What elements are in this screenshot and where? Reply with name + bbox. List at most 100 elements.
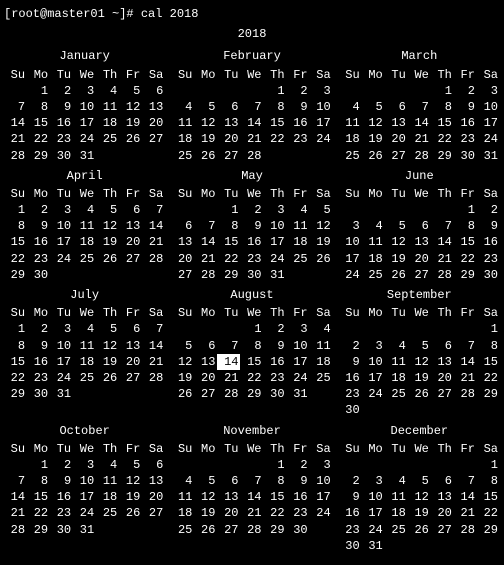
day-cell: 3 [287,321,310,337]
day-cell: 13 [217,115,240,131]
day-cell: 30 [339,402,362,418]
day-cell: 31 [477,148,500,164]
day-cell: 11 [362,234,385,250]
day-header: Sa [477,441,500,457]
empty-cell [477,538,500,554]
day-cell: 14 [454,354,477,370]
month-name: June [339,168,500,184]
week-row: 123456 [4,83,165,99]
day-header: Su [4,67,27,83]
day-header: Fr [454,186,477,202]
day-cell: 28 [194,267,217,283]
week-row: 252627282930 [171,522,332,538]
week-row: 11121314151617 [339,115,500,131]
empty-cell [408,457,431,473]
day-cell: 31 [264,267,287,283]
day-cell: 5 [310,202,333,218]
week-row: 24252627282930 [339,267,500,283]
empty-cell [50,267,73,283]
week-row: 11121314151617 [171,489,332,505]
empty-cell [431,457,454,473]
day-cell: 27 [171,267,194,283]
day-cell: 7 [142,202,165,218]
day-cell: 25 [362,267,385,283]
empty-cell [171,321,194,337]
day-cell: 9 [454,99,477,115]
day-cell: 31 [287,386,310,402]
day-cell: 23 [339,386,362,402]
day-cell: 18 [171,131,194,147]
day-cell: 19 [194,505,217,521]
day-cell: 29 [4,386,27,402]
day-cell: 16 [50,489,73,505]
day-cell: 20 [171,251,194,267]
day-header: Fr [119,67,142,83]
day-header: Sa [142,186,165,202]
day-header: We [73,305,96,321]
day-cell: 18 [96,115,119,131]
day-cell: 26 [171,386,194,402]
day-cell: 24 [73,131,96,147]
week-row: 15161718192021 [4,234,165,250]
day-cell: 12 [96,338,119,354]
day-cell: 12 [194,489,217,505]
empty-cell [385,321,408,337]
day-cell: 28 [454,386,477,402]
day-cell: 1 [27,457,50,473]
empty-cell [310,148,333,164]
empty-cell [362,83,385,99]
week-row: 21222324252627 [4,505,165,521]
day-header: Mo [362,441,385,457]
week-row: 78910111213 [4,473,165,489]
day-header: Th [431,67,454,83]
day-cell: 10 [339,234,362,250]
day-cell: 11 [310,338,333,354]
day-cell: 23 [50,505,73,521]
day-cell: 22 [240,370,263,386]
day-cell: 22 [217,251,240,267]
week-row: 1234567 [4,321,165,337]
month-table: SuMoTuWeThFrSa12345678910111213141516171… [4,305,165,402]
day-cell: 3 [264,202,287,218]
day-cell: 6 [119,321,142,337]
empty-cell [362,402,385,418]
day-cell: 24 [339,267,362,283]
day-cell: 10 [50,218,73,234]
day-cell: 16 [50,115,73,131]
day-cell: 11 [73,338,96,354]
day-cell: 15 [240,354,263,370]
month-table: SuMoTuWeThFrSa 1234567891011121314151617… [339,67,500,164]
day-cell: 5 [194,99,217,115]
day-header: Th [96,186,119,202]
day-cell: 15 [431,115,454,131]
week-row: 18192021222324 [339,131,500,147]
day-cell: 28 [142,251,165,267]
day-cell: 24 [362,386,385,402]
empty-cell [96,522,119,538]
day-cell: 13 [431,489,454,505]
day-cell: 6 [171,218,194,234]
day-cell: 2 [454,83,477,99]
day-cell: 1 [240,321,263,337]
day-header: We [73,441,96,457]
day-cell: 20 [431,370,454,386]
day-cell: 8 [454,218,477,234]
day-cell: 1 [264,83,287,99]
day-cell: 5 [385,218,408,234]
month-table: SuMoTuWeThFrSa 1234567891011121314151617… [339,186,500,283]
empty-cell [96,386,119,402]
day-cell: 26 [385,267,408,283]
day-header: Su [171,305,194,321]
day-header: Mo [27,305,50,321]
day-cell-today: 14 [217,354,240,370]
week-row: 22232425262728 [4,370,165,386]
day-cell: 3 [50,202,73,218]
day-cell: 23 [50,131,73,147]
month-september: SeptemberSuMoTuWeThFrSa 1234567891011121… [339,287,500,419]
empty-cell [73,267,96,283]
day-cell: 13 [431,354,454,370]
empty-cell [477,402,500,418]
week-row: 9101112131415 [339,354,500,370]
day-cell: 3 [310,457,333,473]
day-cell: 10 [73,473,96,489]
